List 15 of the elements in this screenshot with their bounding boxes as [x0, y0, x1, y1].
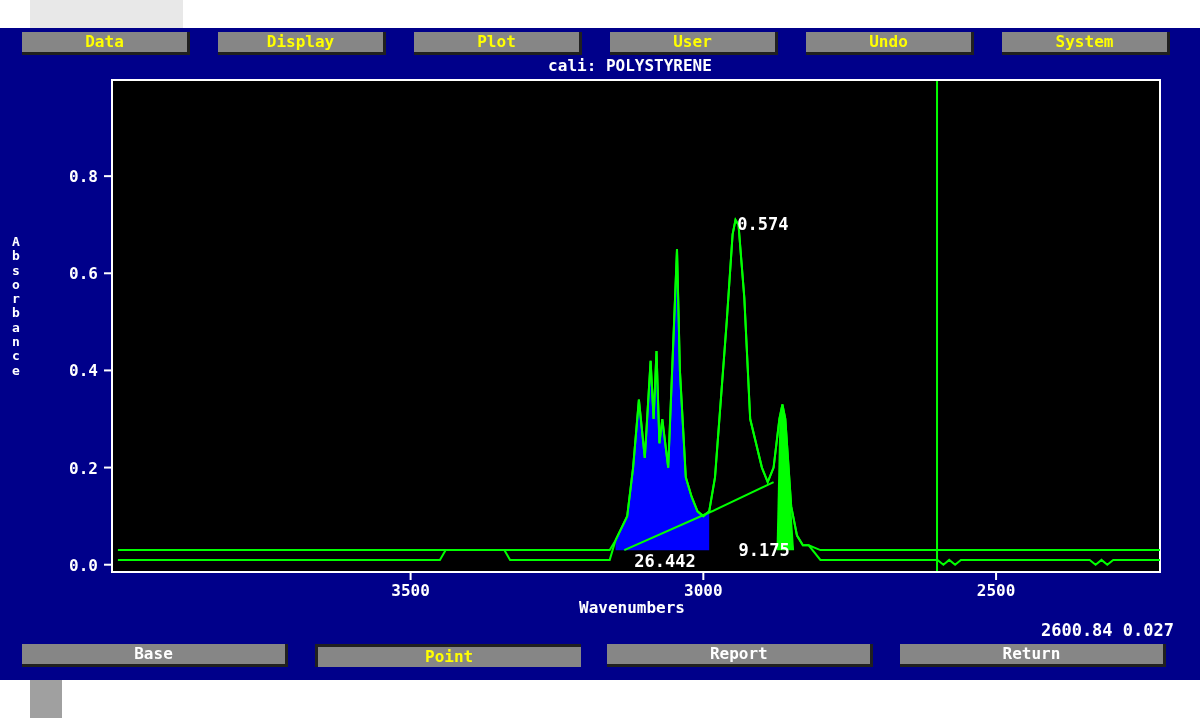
- x-axis-label: Wavenumbers: [578, 598, 686, 618]
- tick-label: 0.6: [69, 264, 98, 284]
- peak-label: 0.574: [737, 213, 789, 234]
- cursor-reading: 2600.84 0.027: [1039, 620, 1175, 642]
- chart-title: cali: POLYSTYRENE: [547, 55, 713, 77]
- tick-label: 0.4: [69, 361, 98, 381]
- peak-label: 9.175: [738, 539, 790, 560]
- y-axis-label: Absorbance: [12, 235, 21, 378]
- peak-label: 26.442: [634, 551, 696, 572]
- tick-label: 3000: [684, 581, 723, 600]
- tick-label: 0.0: [69, 555, 98, 575]
- tick-label: 0.2: [69, 458, 98, 478]
- tick-label: 2500: [976, 581, 1016, 600]
- tick-label: 3500: [391, 581, 430, 600]
- tick-label: 0.8: [69, 167, 98, 187]
